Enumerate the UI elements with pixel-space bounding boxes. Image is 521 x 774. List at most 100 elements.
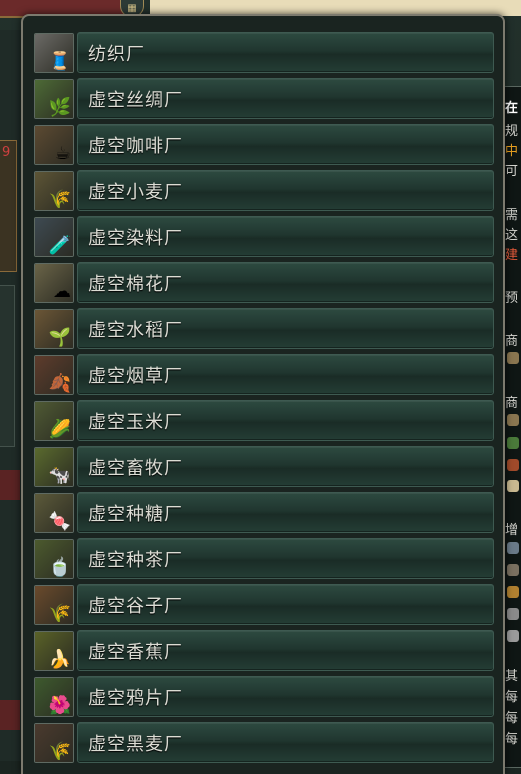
building-option-button[interactable]: 虚空黑麦厂 <box>77 722 494 763</box>
millet-farm-icon[interactable]: 🌾 <box>34 584 74 625</box>
thumbnail-glyph: 🐄 <box>48 464 71 486</box>
building-option-label: 虚空小麦厂 <box>88 181 183 203</box>
building-option[interactable]: 🧪 虚空染料厂 <box>34 215 494 258</box>
tooltip-line: 每 <box>505 690 519 705</box>
goods-icon <box>507 480 519 492</box>
tool-icon <box>507 630 519 642</box>
building-option-label: 虚空种糖厂 <box>88 503 183 525</box>
building-option-label: 虚空香蕉厂 <box>88 641 183 663</box>
thumbnail-glyph: 🧵 <box>48 50 71 72</box>
tooltip-line: 商 <box>505 334 519 349</box>
banana-plantation-icon[interactable]: 🍌 <box>34 630 74 671</box>
tooltip-line: 增 <box>505 523 519 538</box>
left-card-number: 9 <box>2 145 11 160</box>
building-option[interactable]: 🌱 虚空水稻厂 <box>34 307 494 350</box>
tea-plantation-icon[interactable]: 🍵 <box>34 538 74 579</box>
tooltip-line: 可 <box>505 164 519 179</box>
thumbnail-glyph: 🧪 <box>48 234 71 256</box>
silk-plantation-icon[interactable]: 🌿 <box>34 78 74 119</box>
building-option-label: 虚空水稻厂 <box>88 319 183 341</box>
tool-icon <box>507 564 519 576</box>
opium-plantation-icon[interactable]: 🌺 <box>34 676 74 717</box>
building-option[interactable]: ☁ 虚空棉花厂 <box>34 261 494 304</box>
building-option-button[interactable]: 虚空烟草厂 <box>77 354 494 395</box>
building-option-label: 虚空谷子厂 <box>88 595 183 617</box>
thumbnail-glyph: 🍂 <box>48 372 71 394</box>
building-option[interactable]: 🍌 虚空香蕉厂 <box>34 629 494 672</box>
livestock-ranch-icon[interactable]: 🐄 <box>34 446 74 487</box>
building-option-button[interactable]: 纺织厂 <box>77 32 494 73</box>
building-type-dropdown: 🧵 纺织厂 🌿 虚空丝绸厂 ☕ 虚空咖啡厂 🌾 虚空小麦厂 🧪 虚空染料厂 ☁ 虚空棉花厂 🌱 虚空水稻厂… <box>21 14 505 774</box>
tooltip-line: 这 <box>505 228 519 243</box>
building-option[interactable]: 🌾 虚空黑麦厂 <box>34 721 494 764</box>
thumbnail-glyph: 🌾 <box>48 740 71 762</box>
coffee-plantation-icon[interactable]: ☕ <box>34 124 74 165</box>
tool-icon <box>507 542 519 554</box>
sugar-plantation-icon[interactable]: 🍬 <box>34 492 74 533</box>
building-option-button[interactable]: 虚空玉米厂 <box>77 400 494 441</box>
rye-farm-icon[interactable]: 🌾 <box>34 722 74 763</box>
dye-plantation-icon[interactable]: 🧪 <box>34 216 74 257</box>
building-option[interactable]: 🌿 虚空丝绸厂 <box>34 77 494 120</box>
building-option[interactable]: 🍬 虚空种糖厂 <box>34 491 494 534</box>
textile-mill-icon[interactable]: 🧵 <box>34 32 74 73</box>
tooltip-line: 预 <box>505 291 519 306</box>
thumbnail-glyph: 🌱 <box>48 326 71 348</box>
tobacco-plantation-icon[interactable]: 🍂 <box>34 354 74 395</box>
thumbnail-glyph: 🍬 <box>48 510 71 532</box>
thumbnail-glyph: ☁ <box>53 280 71 302</box>
maize-farm-icon[interactable]: 🌽 <box>34 400 74 441</box>
tooltip-line: 在 <box>505 101 519 116</box>
building-option-label: 虚空染料厂 <box>88 227 183 249</box>
building-option-label: 虚空玉米厂 <box>88 411 183 433</box>
building-option-label: 纺织厂 <box>88 43 145 65</box>
building-option-button[interactable]: 虚空棉花厂 <box>77 262 494 303</box>
building-option-label: 虚空咖啡厂 <box>88 135 183 157</box>
tool-icon <box>507 586 519 598</box>
tooltip-line: 需 <box>505 208 519 223</box>
building-option-button[interactable]: 虚空种糖厂 <box>77 492 494 533</box>
building-option[interactable]: 🌺 虚空鸦片厂 <box>34 675 494 718</box>
thumbnail-glyph: 🌿 <box>48 96 71 118</box>
thumbnail-glyph: 🌺 <box>48 694 71 716</box>
tooltip-line: 其 <box>505 669 519 684</box>
cotton-plantation-icon[interactable]: ☁ <box>34 262 74 303</box>
building-option[interactable]: 🐄 虚空畜牧厂 <box>34 445 494 488</box>
building-option-label: 虚空烟草厂 <box>88 365 183 387</box>
background-left-panel <box>0 285 15 447</box>
wheat-farm-icon[interactable]: 🌾 <box>34 170 74 211</box>
building-option[interactable]: 🌽 虚空玉米厂 <box>34 399 494 442</box>
building-option-button[interactable]: 虚空种茶厂 <box>77 538 494 579</box>
tooltip-line: 规 <box>505 124 519 139</box>
building-option-button[interactable]: 虚空香蕉厂 <box>77 630 494 671</box>
building-option-button[interactable]: 虚空丝绸厂 <box>77 78 494 119</box>
thumbnail-glyph: 🍌 <box>48 648 71 670</box>
building-option-button[interactable]: 虚空水稻厂 <box>77 308 494 349</box>
building-option[interactable]: 🍂 虚空烟草厂 <box>34 353 494 396</box>
rice-farm-icon[interactable]: 🌱 <box>34 308 74 349</box>
building-option[interactable]: ☕ 虚空咖啡厂 <box>34 123 494 166</box>
goods-icon <box>507 414 519 426</box>
thumbnail-glyph: 🌽 <box>48 418 71 440</box>
building-option-button[interactable]: 虚空小麦厂 <box>77 170 494 211</box>
goods-icon <box>507 352 519 364</box>
building-option-button[interactable]: 虚空畜牧厂 <box>77 446 494 487</box>
building-option-label: 虚空种茶厂 <box>88 549 183 571</box>
goods-icon <box>507 437 519 449</box>
building-option-button[interactable]: 虚空咖啡厂 <box>77 124 494 165</box>
thumbnail-glyph: 🌾 <box>48 188 71 210</box>
background-left-red-block <box>0 470 20 500</box>
building-option[interactable]: 🌾 虚空谷子厂 <box>34 583 494 626</box>
building-option-button[interactable]: 虚空鸦片厂 <box>77 676 494 717</box>
tooltip-line: 中 <box>505 144 519 159</box>
tooltip-line: 每 <box>505 711 519 726</box>
building-option[interactable]: 🍵 虚空种茶厂 <box>34 537 494 580</box>
building-option-label: 虚空黑麦厂 <box>88 733 183 755</box>
building-option-label: 虚空丝绸厂 <box>88 89 183 111</box>
building-option-button[interactable]: 虚空染料厂 <box>77 216 494 257</box>
tooltip-line: 建 <box>505 248 519 263</box>
building-option-button[interactable]: 虚空谷子厂 <box>77 584 494 625</box>
building-option[interactable]: 🌾 虚空小麦厂 <box>34 169 494 212</box>
building-option[interactable]: 🧵 纺织厂 <box>34 31 494 74</box>
building-option-label: 虚空棉花厂 <box>88 273 183 295</box>
